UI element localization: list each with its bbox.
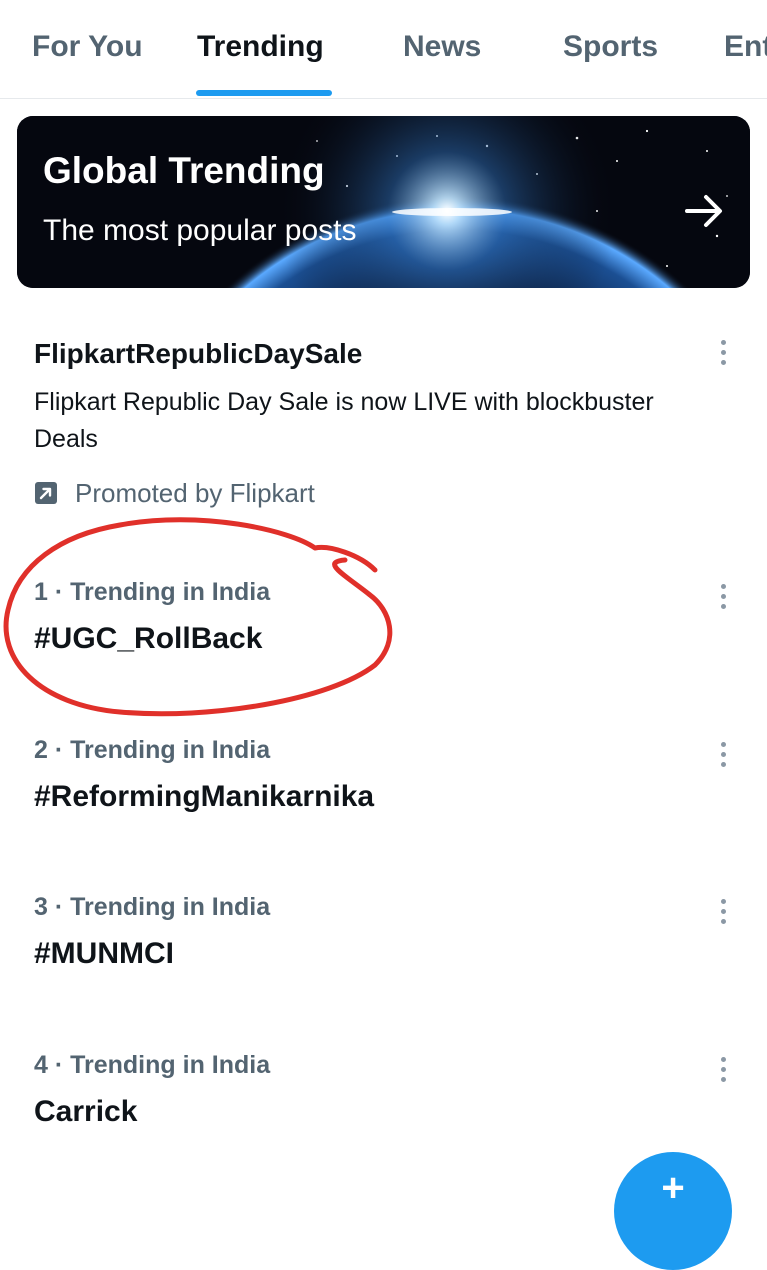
trend-meta: 3 · Trending in India [34,893,271,921]
global-trending-banner[interactable]: Global Trending The most popular posts [17,116,750,288]
more-options-icon[interactable] [713,742,733,772]
trend-name: #ReformingManikarnika [34,780,375,813]
tab-news[interactable]: News [403,30,481,64]
more-options-icon[interactable] [713,1057,733,1087]
tab-trending[interactable]: Trending [197,30,324,64]
banner-subtitle: The most popular posts [43,214,357,247]
more-options-icon[interactable] [713,340,733,370]
compose-button[interactable]: + [614,1152,732,1270]
more-options-icon[interactable] [713,584,733,614]
promoted-trend-description: Flipkart Republic Day Sale is now LIVE w… [34,388,654,453]
red-annotation-circle [3,517,393,717]
trend-name: #MUNMCI [34,937,174,970]
tab-bar: For You Trending News Sports Ent [0,0,767,99]
trend-meta: 2 · Trending in India [34,736,271,764]
compose-plus-icon: + [661,1166,685,1210]
banner-title: Global Trending [43,150,325,191]
more-options-icon[interactable] [713,899,733,929]
promoted-trend[interactable]: FlipkartRepublicDaySale Flipkart Republi… [0,318,767,528]
trend-name: Carrick [34,1095,138,1128]
trend-meta: 4 · Trending in India [34,1051,271,1079]
earth-background-image [17,116,750,288]
arrow-right-icon[interactable] [679,186,729,236]
promoted-trend-title: FlipkartRepublicDaySale [34,338,363,369]
trend-item[interactable]: 3 · Trending in India #MUNMCI [0,893,767,1043]
tab-entertainment[interactable]: Ent [724,30,767,64]
tab-sports[interactable]: Sports [563,30,658,64]
trend-item[interactable]: 2 · Trending in India #ReformingManikarn… [0,736,767,886]
tab-for-you[interactable]: For You [32,30,143,64]
active-tab-indicator [196,90,332,96]
